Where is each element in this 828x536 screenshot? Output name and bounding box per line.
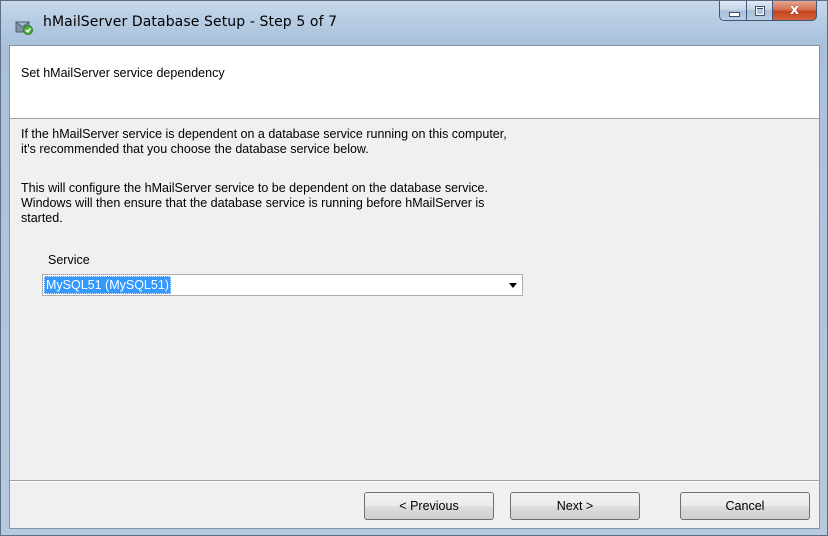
minimize-icon (729, 12, 740, 17)
hmailserver-setup-icon (15, 21, 33, 35)
page-title: Set hMailServer service dependency (21, 66, 225, 80)
caption-buttons: x (719, 1, 817, 23)
footer-separator (10, 480, 819, 482)
close-button[interactable]: x (772, 1, 817, 21)
close-icon: x (789, 2, 800, 18)
description-line: it's recommended that you choose the dat… (21, 142, 369, 156)
wizard-client-area: Set hMailServer service dependency If th… (9, 45, 820, 529)
title-bar[interactable]: hMailServer Database Setup - Step 5 of 7… (1, 1, 827, 45)
setup-window: hMailServer Database Setup - Step 5 of 7… (0, 0, 828, 536)
description-line: If the hMailServer service is dependent … (21, 127, 507, 141)
chevron-down-icon[interactable] (509, 283, 517, 288)
service-selected-value: MySQL51 (MySQL51) (44, 276, 171, 294)
description-line: This will configure the hMailServer serv… (21, 181, 488, 195)
description-line: Windows will then ensure that the databa… (21, 196, 485, 210)
wizard-header: Set hMailServer service dependency (10, 46, 819, 119)
description-line: started. (21, 211, 63, 225)
service-label: Service (48, 253, 90, 267)
cancel-button[interactable]: Cancel (680, 492, 810, 520)
previous-button[interactable]: < Previous (364, 492, 494, 520)
minimize-button[interactable] (719, 1, 746, 21)
service-dropdown[interactable]: MySQL51 (MySQL51) (42, 274, 523, 296)
window-title: hMailServer Database Setup - Step 5 of 7 (43, 14, 338, 30)
maximize-icon (755, 6, 765, 16)
next-button[interactable]: Next > (510, 492, 640, 520)
maximize-button[interactable] (746, 1, 772, 21)
description-paragraph-1: If the hMailServer service is dependent … (21, 127, 581, 157)
description-paragraph-2: This will configure the hMailServer serv… (21, 181, 581, 226)
